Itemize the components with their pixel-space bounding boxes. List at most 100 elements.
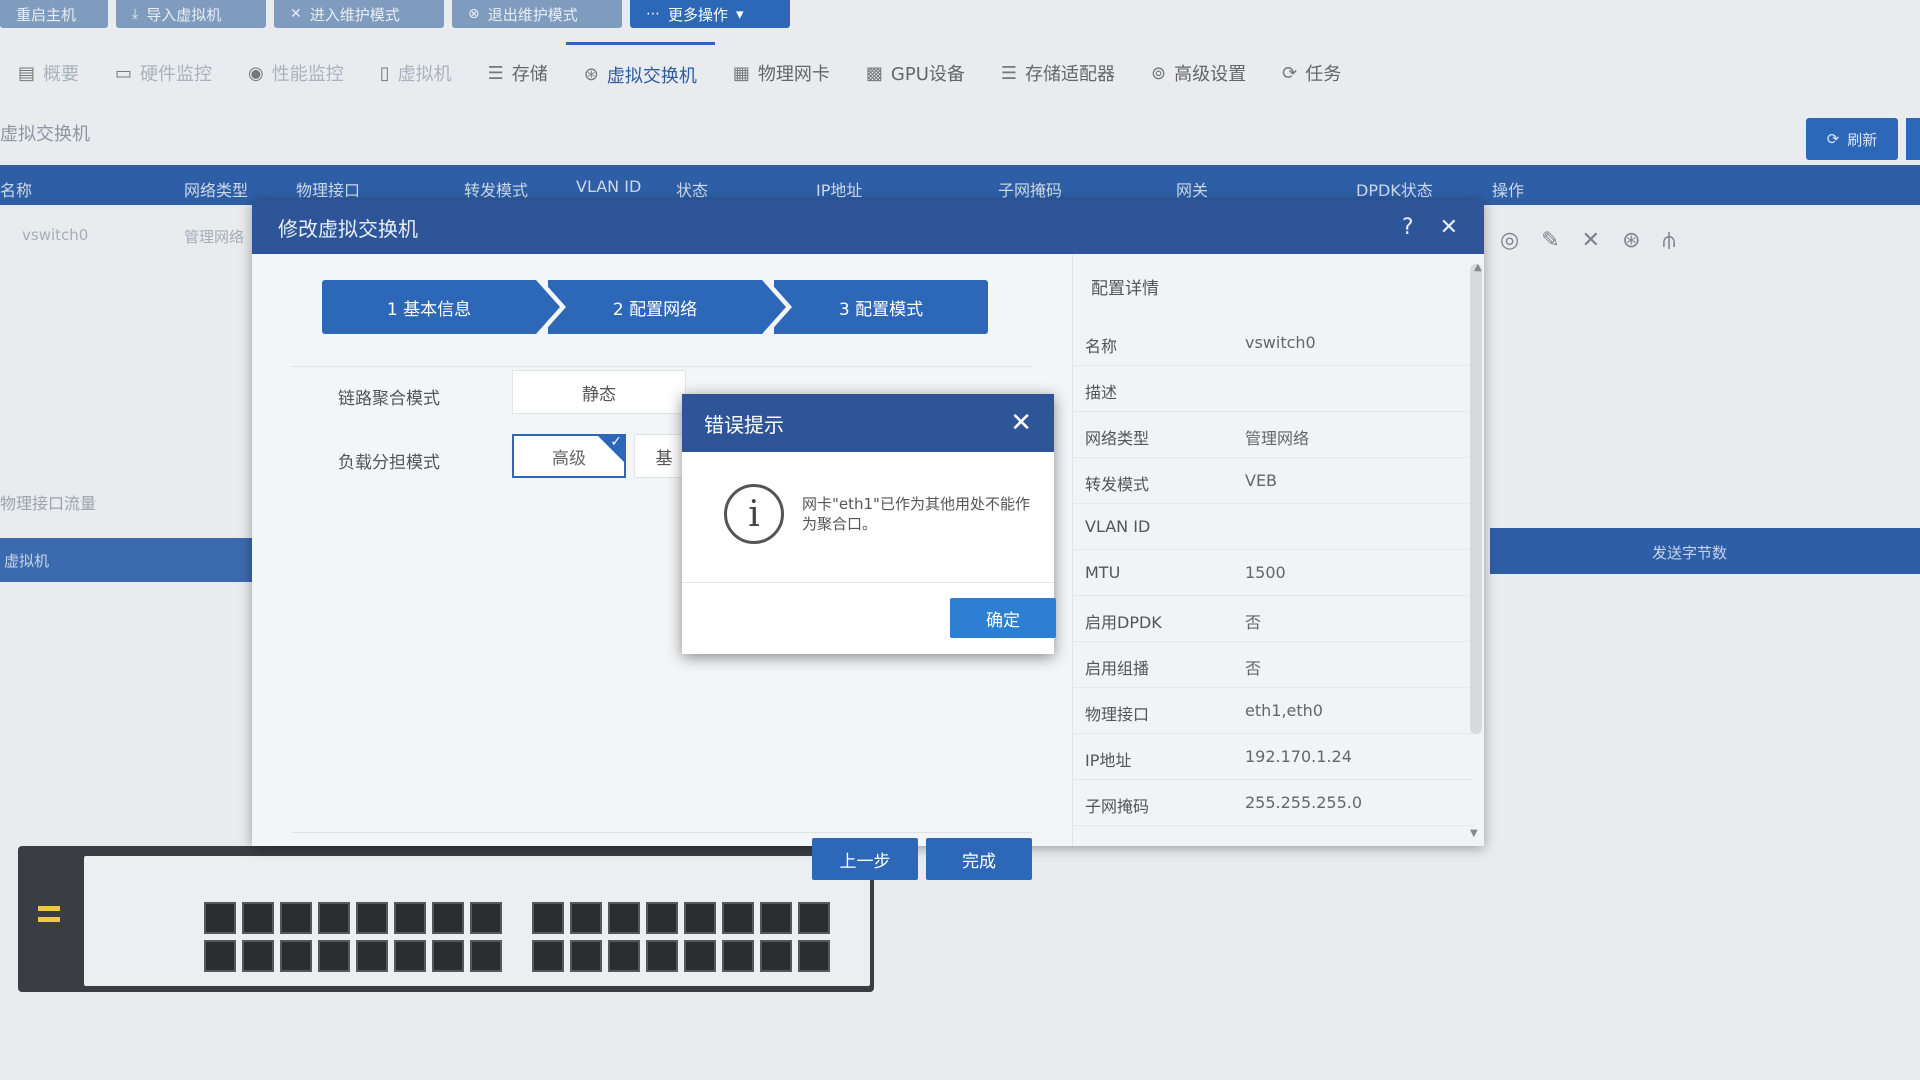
detail-row: IP地址 192.170.1.24: [1073, 734, 1473, 780]
tab-gpu[interactable]: ▩ GPU设备: [848, 42, 983, 104]
col-gateway: 网关: [1176, 181, 1209, 200]
col-actions: 操作: [1492, 181, 1525, 200]
row-actions: ◎ ✎ ✕ ⊛ ⫛: [1500, 228, 1676, 253]
aggregation-mode-label: 链路聚合模式: [338, 389, 440, 409]
overview-icon: ▤: [18, 62, 36, 84]
tab-tasks[interactable]: ⟳ 任务: [1264, 42, 1359, 104]
error-dialog-body: i 网卡"eth1"已作为其他用处不能作为聚合口。: [682, 452, 1054, 582]
col-status: 状态: [676, 181, 709, 200]
tab-storage[interactable]: ☰ 存储: [470, 42, 566, 104]
detail-row: 物理接口 eth1,eth0: [1073, 688, 1473, 734]
detail-row: 网络类型 管理网络: [1073, 412, 1473, 458]
enter-maintenance-button[interactable]: ✕ 进入维护模式: [274, 0, 444, 28]
config-details-title: 配置详情: [1091, 279, 1159, 299]
refresh-button[interactable]: ⟳ 刷新: [1806, 118, 1898, 160]
top-toolbar: 重启主机 ⤓ 导入虚拟机 ✕ 进入维护模式 ⊗ 退出维护模式 ⋯ 更多操作 ▾: [0, 0, 1920, 28]
help-icon[interactable]: ?: [1402, 215, 1414, 240]
tab-hardware-monitor[interactable]: ▭ 硬件监控: [97, 42, 230, 104]
error-message: 网卡"eth1"已作为其他用处不能作为聚合口。: [802, 495, 1030, 533]
section-title: 虚拟交换机: [0, 124, 90, 145]
step-configure-network[interactable]: 2 配置网络: [548, 280, 792, 334]
exit-maintenance-button[interactable]: ⊗ 退出维护模式: [452, 0, 622, 28]
detail-row: 启用DPDK 否: [1073, 596, 1473, 642]
detail-row: 转发模式 VEB: [1073, 458, 1473, 504]
vm-icon: ▯: [379, 62, 390, 84]
finish-button[interactable]: 完成: [926, 838, 1032, 880]
more-actions-button[interactable]: ⋯ 更多操作 ▾: [630, 0, 790, 28]
col-ip: IP地址: [816, 181, 863, 200]
tab-storage-adapter[interactable]: ☰ 存储适配器: [983, 42, 1133, 104]
settings-icon[interactable]: ⊛: [1622, 228, 1640, 253]
col-vlan-id: VLAN ID: [576, 177, 642, 196]
tab-performance-monitor[interactable]: ◉ 性能监控: [230, 42, 362, 104]
scroll-up-icon[interactable]: ▲: [1474, 262, 1482, 273]
storage-icon: ☰: [487, 62, 504, 84]
detail-row: 启用组播否: [1073, 642, 1473, 688]
adapter-icon: ☰: [1000, 62, 1018, 84]
divider: [292, 832, 1032, 833]
port-group-left: [204, 902, 502, 972]
detail-row: 描述: [1073, 366, 1473, 412]
config-details-panel: 配置详情 名称 vswitch0 描述 网络类型 管理网络 转发模式 VEB VLAN…: [1072, 254, 1484, 846]
dialog-title: 修改虚拟交换机: [278, 216, 418, 241]
aggregation-static-option[interactable]: 静态: [512, 370, 686, 414]
step-basic-info[interactable]: 1 基本信息: [322, 280, 566, 334]
nav-tabs: ▤ 概要 ▭ 硬件监控 ◉ 性能监控 ▯ 虚拟机 ☰ 存储 ⊛ 虚拟交换机 ▦ 物理网卡 ▩ G…: [0, 42, 1920, 104]
edit-icon[interactable]: ✎: [1541, 228, 1559, 253]
col-netmask: 子网掩码: [998, 181, 1063, 200]
delete-icon[interactable]: ✕: [1582, 228, 1600, 253]
import-icon: ⤓: [132, 6, 139, 22]
status-leds: [38, 906, 78, 946]
restart-host-button[interactable]: 重启主机: [0, 0, 108, 28]
load-balance-mode-label: 负载分担模式: [338, 453, 440, 473]
port-group-right: [532, 902, 830, 972]
monitor-icon: ▭: [115, 62, 133, 84]
switch-device-image: [18, 846, 874, 992]
close-icon[interactable]: ✕: [1010, 408, 1032, 438]
secondary-toolbar-button[interactable]: [1906, 118, 1920, 160]
wizard-steps: 1 基本信息 2 配置网络 3 配置模式: [322, 280, 1000, 334]
gpu-icon: ▩: [865, 62, 883, 84]
topology-icon[interactable]: ⫛: [1663, 228, 1676, 253]
switch-front-panel: [84, 856, 870, 986]
scroll-down-icon[interactable]: ▼: [1470, 828, 1478, 839]
error-dialog-header: 错误提示 ✕: [682, 394, 1054, 452]
tab-vm[interactable]: ▯ 虚拟机: [362, 42, 470, 104]
dialog-header: 修改虚拟交换机 ? ✕: [252, 200, 1484, 254]
details-scrollbar[interactable]: [1470, 264, 1482, 734]
previous-step-button[interactable]: 上一步: [812, 838, 918, 880]
detail-row: VLAN ID: [1073, 504, 1473, 550]
divider: [682, 582, 1054, 583]
settings-icon: ⊚: [1151, 62, 1167, 84]
col-dpdk-status: DPDK状态: [1356, 181, 1433, 200]
col-name: 名称: [0, 181, 33, 200]
tab-physical-nic[interactable]: ▦ 物理网卡: [715, 42, 848, 104]
chevron-down-icon: ▾: [736, 5, 744, 23]
step-configure-mode[interactable]: 3 配置模式: [774, 280, 988, 334]
exit-icon: ⊗: [468, 6, 480, 22]
error-dialog-title: 错误提示: [704, 412, 784, 437]
physical-traffic-label: 物理接口流量: [0, 494, 97, 513]
tab-advanced-settings[interactable]: ⊚ 高级设置: [1133, 42, 1264, 104]
close-icon[interactable]: ✕: [1440, 215, 1458, 240]
vm-chart-bar: 虚拟机: [0, 538, 262, 582]
ok-button[interactable]: 确定: [950, 598, 1056, 638]
pin-icon: ◉: [248, 62, 264, 84]
col-forward-mode: 转发模式: [464, 181, 529, 200]
refresh-icon: ⟳: [1826, 130, 1840, 148]
tab-overview[interactable]: ▤ 概要: [0, 42, 97, 104]
col-network-type: 网络类型: [184, 181, 249, 200]
more-icon: ⋯: [646, 6, 660, 22]
detail-row: 名称 vswitch0: [1073, 320, 1473, 366]
sent-bytes-bar: 发送字节数: [1490, 528, 1920, 574]
nic-icon: ▦: [732, 62, 750, 84]
load-balance-advanced-option[interactable]: 高级 ✓: [512, 434, 626, 478]
tab-vswitch[interactable]: ⊛ 虚拟交换机: [565, 42, 715, 104]
import-vm-button[interactable]: ⤓ 导入虚拟机: [116, 0, 266, 28]
vswitch-table-header: 名称 网络类型 物理接口 转发模式 VLAN ID 状态 IP地址 子网掩码 网…: [0, 165, 1920, 205]
divider: [292, 366, 1032, 367]
info-icon: i: [724, 484, 784, 544]
play-icon[interactable]: ◎: [1500, 228, 1519, 253]
check-icon: ✓: [610, 434, 622, 450]
vswitch-icon: ⊛: [583, 64, 599, 85]
